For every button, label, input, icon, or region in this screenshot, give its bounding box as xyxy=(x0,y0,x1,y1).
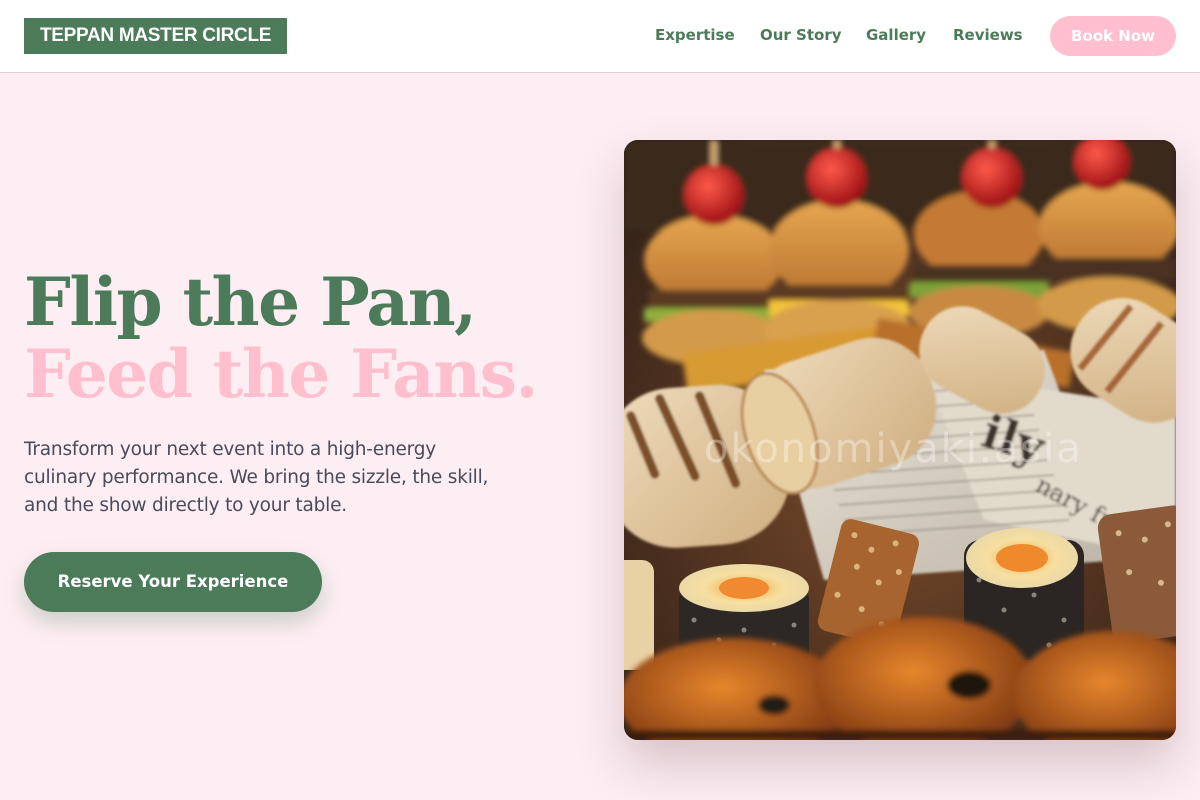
hero-headline: Flip the Pan, Feed the Fans. xyxy=(24,266,584,410)
main-nav: Expertise Our Story Gallery Reviews xyxy=(0,24,1200,48)
nav-link-expertise[interactable]: Expertise xyxy=(655,24,735,46)
site-header: TEPPAN MASTER CIRCLE Expertise Our Story… xyxy=(0,0,1200,73)
hero-description: Transform your next event into a high-en… xyxy=(24,439,489,516)
hero-food-image: ily nary fusi okonomiyaki.asia xyxy=(624,140,1176,740)
book-now-button[interactable]: Book Now xyxy=(1050,16,1176,56)
reserve-experience-button[interactable]: Reserve Your Experience xyxy=(24,552,322,612)
image-watermark: okonomiyaki.asia xyxy=(704,426,1083,472)
nav-link-our-story[interactable]: Our Story xyxy=(760,24,842,46)
nav-link-reviews[interactable]: Reviews xyxy=(953,24,1023,46)
headline-line-2: Feed the Fans. xyxy=(24,335,538,413)
headline-line-1: Flip the Pan, xyxy=(24,263,477,341)
nav-link-gallery[interactable]: Gallery xyxy=(866,24,926,46)
food-platter-illustration: ily nary fusi okonomiyaki.asia xyxy=(624,140,1176,740)
